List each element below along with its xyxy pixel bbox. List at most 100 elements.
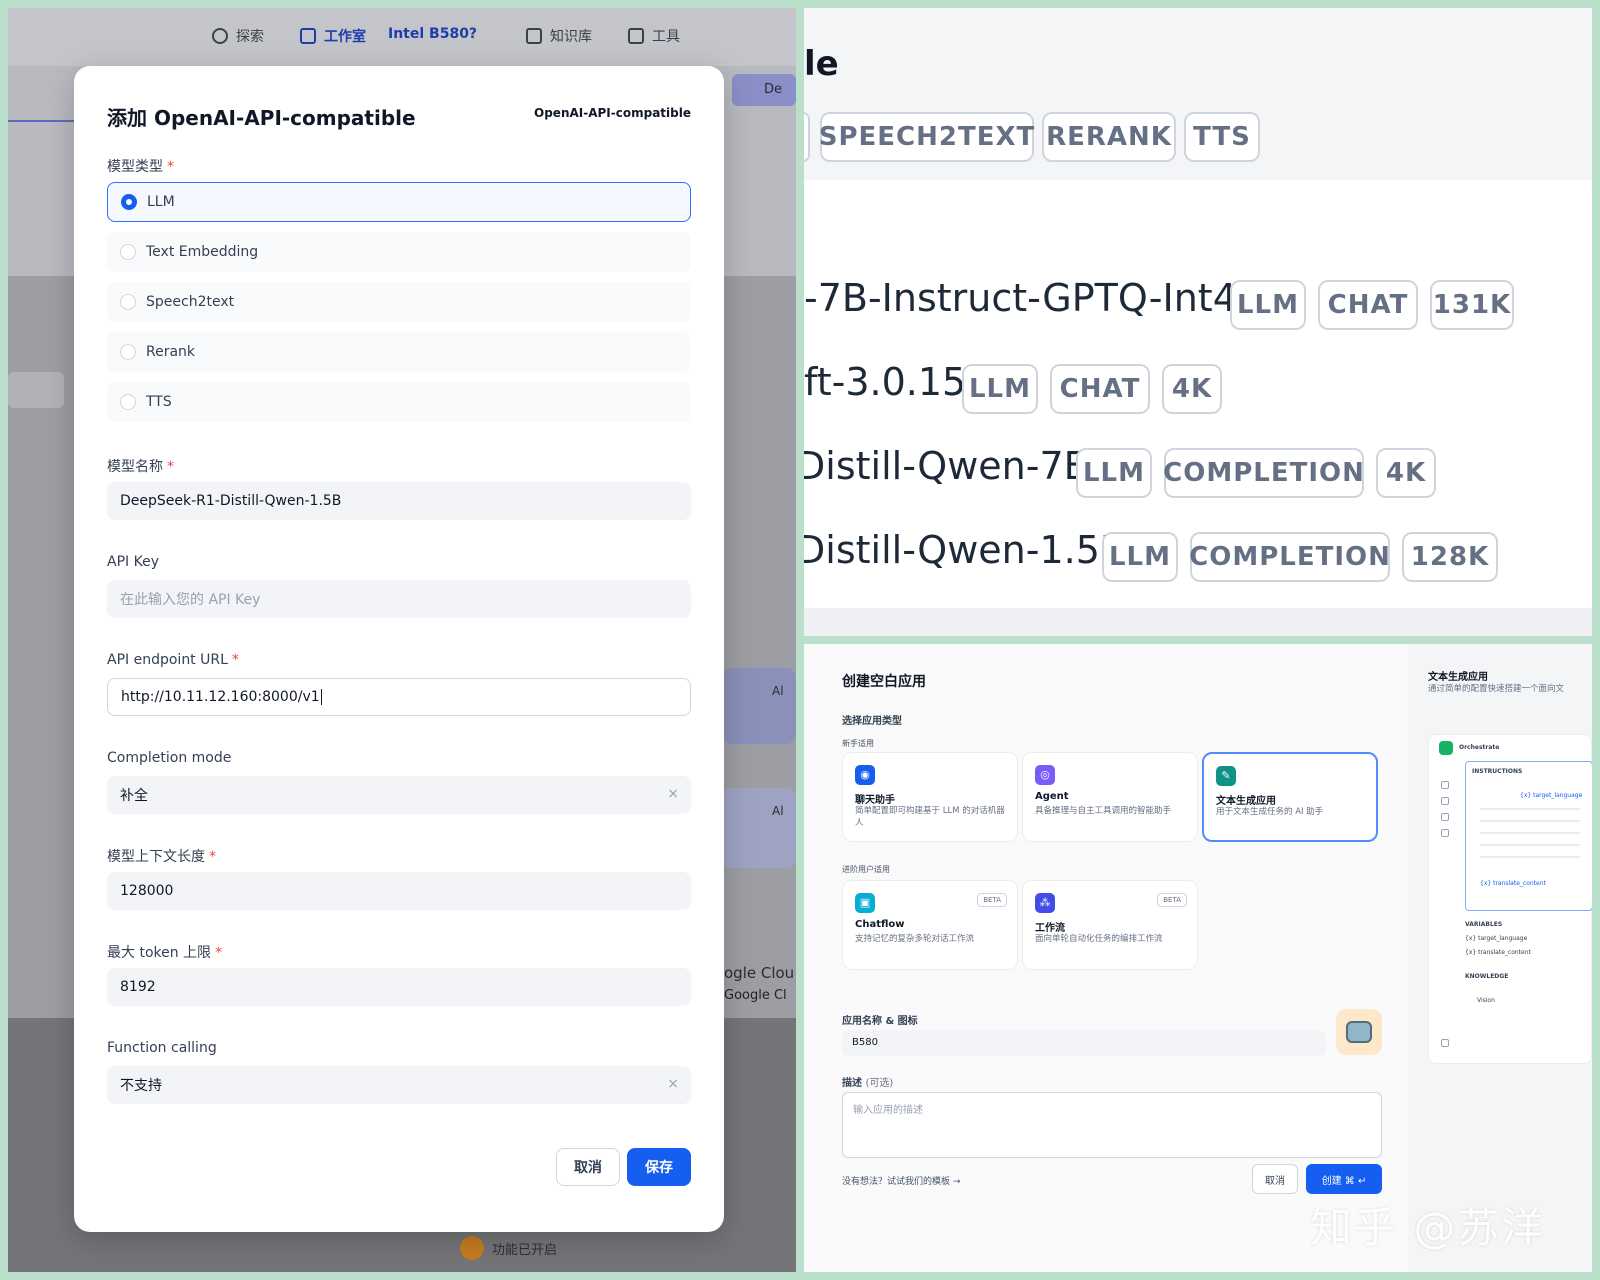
background-tab-underline [8,120,74,122]
provider-label: OpenAI-API-compatible [534,106,691,120]
endpoint-url-input[interactable]: http://10.11.12.160:8000/v1 [107,678,691,716]
model-tag: 128K [1402,532,1498,582]
preview-title: 文本生成应用 [1428,672,1488,683]
app-type-chat-assistant[interactable]: ◉ 聊天助手 简单配置即可构建基于 LLM 的对话机器人 [842,752,1018,842]
radio-unchecked-icon [120,394,136,410]
function-calling-select[interactable]: 不支持 × [107,1066,691,1104]
nav-knowledge[interactable]: 知识库 [526,26,592,46]
model-tag: LLM [962,364,1038,414]
provider-title-fragment: le [804,44,839,84]
app-name-input[interactable]: B580 [842,1030,1326,1056]
robot-icon [1346,1021,1372,1043]
clear-icon[interactable]: × [667,1076,679,1092]
type-tag-cut [804,112,810,162]
model-list-panel: le SPEECH2TEXT RERANK TTS -7B-Instruct-G… [804,8,1592,636]
background-sidebar-item [8,372,64,408]
rail-icon [1441,829,1449,837]
text-cursor [320,689,322,705]
chat-bubble-icon: ◉ [855,765,875,785]
save-button[interactable]: 保存 [627,1148,691,1186]
app-type-chatflow[interactable]: ▣ BETA Chatflow 支持记忆的复杂多轮对话工作流 [842,880,1018,970]
context-length-input[interactable]: 128000 [107,872,691,910]
preview-card: Orchestrate INSTRUCTIONS {x} target_lang… [1428,734,1592,1064]
text-line [1480,844,1580,846]
text-line [1480,856,1580,858]
app-type-text-generator[interactable]: ✎ 文本生成应用 用于文本生成任务的 AI 助手 [1202,752,1378,842]
orchestrate-label: Orchestrate [1459,744,1500,751]
radio-rerank[interactable]: Rerank [107,332,691,372]
instruction-variable: {x} translate_content [1480,880,1546,887]
rail-icon [1441,813,1449,821]
cancel-button[interactable]: 取消 [556,1148,620,1186]
background-button-label: De [764,82,783,97]
book-icon [526,28,542,44]
robot-icon [300,28,316,44]
required-mark: * [167,459,174,475]
model-tag: CHAT [1050,364,1150,414]
nav-tools[interactable]: 工具 [628,26,680,46]
required-mark: * [215,945,223,961]
radio-unchecked-icon [120,344,136,360]
type-tag: RERANK [1042,112,1176,162]
workflow-icon: ⁂ [1035,893,1055,913]
zhihu-watermark: 知乎 @苏洋 [1310,1203,1546,1252]
model-tag: LLM [1102,532,1178,582]
instructions-label: INSTRUCTIONS [1472,768,1523,775]
model-tag: LLM [1230,280,1306,330]
description-label: 描述 (可选) [842,1078,894,1089]
variable-item: {x} target_language [1465,935,1528,942]
radio-checked-icon [121,194,137,210]
completion-mode-select[interactable]: 补全 × [107,776,691,814]
type-tag: SPEECH2TEXT [819,112,1034,162]
feature-icon [460,1236,484,1260]
nav-studio[interactable]: 工作室 [300,26,366,46]
app-type-workflow[interactable]: ⁂ BETA 工作流 面向单轮自动化任务的编排工作流 [1022,880,1198,970]
max-token-label: 最大 token 上限 * [107,945,223,961]
radio-tts[interactable]: TTS [107,382,691,422]
cancel-button[interactable]: 取消 [1252,1164,1298,1194]
max-token-input[interactable]: 8192 [107,968,691,1006]
description-textarea[interactable]: 输入应用的描述 [842,1092,1382,1158]
background-card [722,788,796,868]
model-name: Distill-Qwen-7B [804,444,1090,488]
model-tag: CHAT [1318,280,1418,330]
background-text: Google Cl [724,988,787,1003]
rail-icon [1441,1039,1449,1047]
agent-icon: ◎ [1035,765,1055,785]
template-hint-link[interactable]: 没有想法？试试我们的模板 → [842,1174,960,1187]
top-navigation: 探索 工作室 Intel B580? 知识库 工具 [8,8,796,66]
workspace-name[interactable]: Intel B580? [388,26,477,42]
create-app-title: 创建空白应用 [842,674,926,690]
model-tag: 4K [1162,364,1222,414]
create-app-panel: 创建空白应用 选择应用类型 新手适用 ◉ 聊天助手 简单配置即可构建基于 LLM… [804,644,1592,1272]
add-model-dialog: 添加 OpenAI-API-compatible OpenAI-API-comp… [74,66,724,1232]
model-tag: LLM [1076,448,1152,498]
model-name-input[interactable]: DeepSeek-R1-Distill-Qwen-1.5B [107,482,691,520]
model-tag: 131K [1430,280,1514,330]
nav-explore[interactable]: 探索 [212,26,264,46]
model-name: Distill-Qwen-1.5B [804,528,1126,572]
radio-unchecked-icon [120,244,136,260]
model-tag: COMPLETION [1163,448,1364,498]
model-type-label: 模型类型 * [107,159,174,175]
model-name: -7B-Instruct-GPTQ-Int4 [804,276,1237,320]
radio-text-embedding[interactable]: Text Embedding [107,232,691,272]
background-card [722,668,796,744]
required-mark: * [167,159,174,175]
radio-speech2text[interactable]: Speech2text [107,282,691,322]
model-list-footer [804,608,1592,636]
hammer-icon [628,28,644,44]
create-button[interactable]: 创建 ⌘ ↵ [1306,1164,1382,1194]
required-mark: * [209,849,216,865]
app-icon-picker[interactable] [1336,1009,1382,1055]
left-screenshot-panel: 探索 工作室 Intel B580? 知识库 工具 De Al Al ogle … [8,8,796,1272]
required-mark: * [231,652,239,668]
clear-icon[interactable]: × [667,786,679,802]
radio-llm[interactable]: LLM [107,182,691,222]
model-name: ft-3.0.15 [804,360,967,404]
radio-unchecked-icon [120,294,136,310]
chatflow-icon: ▣ [855,893,875,913]
api-key-input[interactable]: 在此输入您的 API Key [107,580,691,618]
app-type-agent[interactable]: ◎ Agent 具备推理与自主工具调用的智能助手 [1022,752,1198,842]
preview-description: 通过简单的配置快速搭建一个面向文 [1428,684,1565,694]
